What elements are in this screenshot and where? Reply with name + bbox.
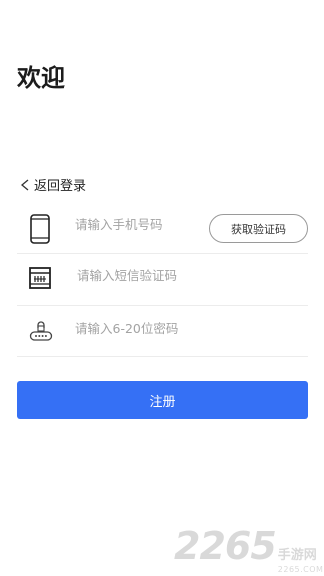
chevron-left-icon (20, 179, 29, 190)
watermark-site-label: 手游网 (277, 548, 317, 563)
register-button[interactable]: 注册 (17, 381, 308, 419)
password-row (17, 306, 308, 357)
watermark-site: 手游网 2265.COM (278, 549, 324, 576)
phone-number-input[interactable] (75, 213, 205, 235)
watermark-domain: 2265.COM (277, 565, 324, 574)
sms-code-row (17, 254, 308, 306)
back-to-login-label: 返回登录 (34, 179, 87, 194)
phone-row: 获取验证码 (17, 205, 308, 254)
page-title: 欢迎 (17, 64, 65, 92)
lock-icon (29, 321, 53, 341)
watermark-brand: 2265 (174, 524, 277, 568)
sms-code-icon (29, 267, 51, 289)
site-watermark: 2265 手游网 2265.COM (174, 524, 323, 576)
phone-icon (30, 214, 50, 244)
sms-code-input[interactable] (77, 264, 297, 286)
back-to-login-link[interactable]: 返回登录 (18, 175, 86, 194)
password-input[interactable] (75, 317, 295, 339)
get-code-button[interactable]: 获取验证码 (209, 214, 308, 243)
